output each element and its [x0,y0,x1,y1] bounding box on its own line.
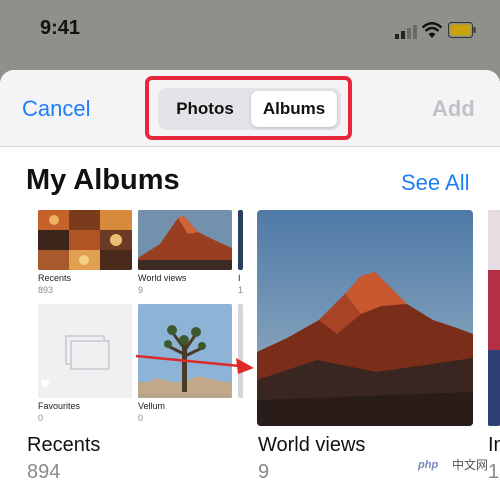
wifi-icon [422,22,442,38]
battery-icon [448,22,476,38]
album-count: 893 [38,285,54,295]
section-title: My Albums [26,164,180,196]
php-logo-icon: php 中文网 [411,455,488,473]
album-count: 894 [27,461,61,483]
album-name: Recents [38,273,72,283]
album-count: 9 [258,461,270,483]
album-count: 0 [138,413,144,423]
album-count: 1 [238,285,244,295]
album-thumb-world-views-small[interactable] [138,210,232,270]
status-bar: 9:41 [0,0,500,64]
mountain-image [257,210,473,426]
nav-divider [0,146,500,147]
cellular-signal-icon [395,25,417,39]
cancel-button[interactable]: Cancel [22,96,90,122]
album-name: World views [138,273,187,283]
svg-text:中文网: 中文网 [452,457,488,472]
segmented-control: Photos Albums [158,88,341,130]
album-thumb-partial[interactable] [488,210,500,426]
album-thumb-recents-small[interactable] [38,210,132,270]
annotation-arrow-icon [135,354,254,374]
partial-image [488,210,500,426]
album-name: Favourites [38,401,81,411]
tab-photos[interactable]: Photos [162,91,248,127]
album-count: 0 [38,413,44,423]
status-time: 9:41 [40,17,81,39]
watermark-logo: php 中文网 [410,454,500,474]
album-name: Recents [27,434,101,456]
tab-albums[interactable]: Albums [251,91,337,127]
album-thumb-favourites-small[interactable] [38,304,132,398]
album-name: I [238,273,241,283]
empty-album-icon [41,335,110,388]
nav-bar: Cancel Photos Albums Add [0,70,500,146]
album-picker-sheet: Cancel Photos Albums Add My Albums See A… [0,70,500,494]
album-thumb-partial-small[interactable] [238,210,243,270]
album-count: 9 [138,285,144,295]
add-button[interactable]: Add [432,96,475,122]
svg-text:php: php [417,459,438,471]
see-all-link[interactable]: See All [401,170,470,196]
album-name: Vellum [138,401,166,411]
mountain-image [138,210,232,270]
album-name: World views [258,434,366,456]
album-thumb-world-views[interactable] [257,210,473,426]
recents-collage-image [38,210,132,270]
